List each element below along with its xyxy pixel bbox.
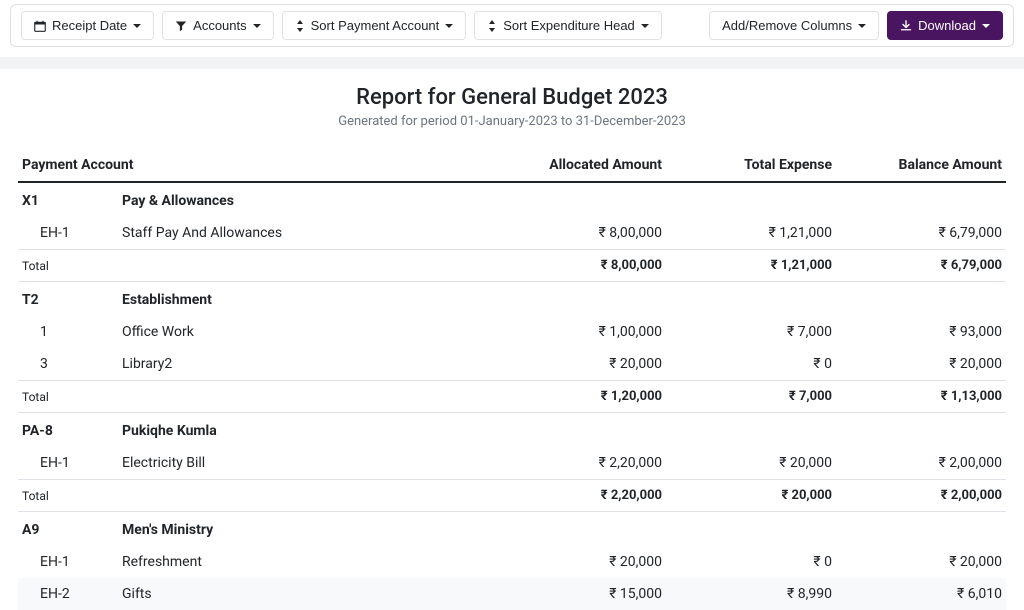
report-table: Payment Account Allocated Amount Total E… (18, 149, 1006, 610)
row-label: Staff Pay And Allowances (118, 217, 496, 250)
report-subtitle: Generated for period 01-January-2023 to … (18, 114, 1006, 129)
toolbar-right: Add/Remove Columns Download (709, 11, 1003, 40)
sort-payment-account-dropdown[interactable]: Sort Payment Account (282, 11, 467, 40)
total-expense: ₹ 1,21,000 (666, 250, 836, 282)
total-balance: ₹ 1,13,000 (836, 381, 1006, 413)
filter-icon (175, 20, 187, 32)
row-allocated: ₹ 15,000 (496, 578, 666, 610)
row-allocated: ₹ 8,00,000 (496, 217, 666, 250)
add-remove-columns-dropdown[interactable]: Add/Remove Columns (709, 11, 879, 40)
row-label: Gifts (118, 578, 496, 610)
row-balance: ₹ 20,000 (836, 546, 1006, 578)
row-expense: ₹ 20,000 (666, 447, 836, 480)
accounts-dropdown[interactable]: Accounts (162, 11, 273, 40)
group-total-row: Total₹ 2,20,000₹ 20,000₹ 2,00,000 (18, 480, 1006, 512)
group-name: Establishment (118, 282, 1006, 317)
toolbar-left: Receipt Date Accounts Sort Payment Accou… (21, 11, 662, 40)
group-name: Pukiqhe Kumla (118, 413, 1006, 448)
download-label: Download (918, 18, 976, 33)
sort-expenditure-head-label: Sort Expenditure Head (503, 18, 635, 33)
group-header-row: X1Pay & Allowances (18, 182, 1006, 217)
row-allocated: ₹ 1,00,000 (496, 316, 666, 348)
table-row: EH-1Staff Pay And Allowances₹ 8,00,000₹ … (18, 217, 1006, 250)
group-total-row: Total₹ 1,20,000₹ 7,000₹ 1,13,000 (18, 381, 1006, 413)
row-label: Library2 (118, 348, 496, 381)
caret-down-icon (982, 24, 990, 28)
total-label: Total (18, 381, 496, 413)
add-remove-columns-label: Add/Remove Columns (722, 18, 852, 33)
caret-down-icon (133, 24, 141, 28)
row-expense: ₹ 0 (666, 546, 836, 578)
download-button[interactable]: Download (887, 11, 1003, 40)
group-total-row: Total₹ 8,00,000₹ 1,21,000₹ 6,79,000 (18, 250, 1006, 282)
group-header-row: T2Establishment (18, 282, 1006, 317)
caret-down-icon (445, 24, 453, 28)
group-name: Men's Ministry (118, 512, 1006, 547)
row-code: EH-1 (18, 217, 118, 250)
group-header-row: A9Men's Ministry (18, 512, 1006, 547)
download-icon (900, 20, 912, 32)
total-expense: ₹ 7,000 (666, 381, 836, 413)
group-name: Pay & Allowances (118, 182, 1006, 217)
row-label: Office Work (118, 316, 496, 348)
row-code: EH-1 (18, 546, 118, 578)
sort-expenditure-head-dropdown[interactable]: Sort Expenditure Head (474, 11, 662, 40)
row-balance: ₹ 6,79,000 (836, 217, 1006, 250)
separator-bar (0, 57, 1024, 69)
total-balance: ₹ 2,00,000 (836, 480, 1006, 512)
sort-icon (295, 20, 305, 32)
row-expense: ₹ 0 (666, 348, 836, 381)
group-code: A9 (18, 512, 118, 547)
calendar-icon (34, 20, 46, 32)
row-code: 3 (18, 348, 118, 381)
row-code: 1 (18, 316, 118, 348)
total-expense: ₹ 20,000 (666, 480, 836, 512)
total-balance: ₹ 6,79,000 (836, 250, 1006, 282)
col-total-expense: Total Expense (666, 149, 836, 182)
group-code: T2 (18, 282, 118, 317)
col-payment-account: Payment Account (18, 149, 496, 182)
receipt-date-label: Receipt Date (52, 18, 127, 33)
total-allocated: ₹ 2,20,000 (496, 480, 666, 512)
row-code: EH-1 (18, 447, 118, 480)
report-area: Report for General Budget 2023 Generated… (0, 69, 1024, 610)
table-header-row: Payment Account Allocated Amount Total E… (18, 149, 1006, 182)
total-allocated: ₹ 1,20,000 (496, 381, 666, 413)
group-code: PA-8 (18, 413, 118, 448)
row-expense: ₹ 7,000 (666, 316, 836, 348)
total-label: Total (18, 480, 496, 512)
total-allocated: ₹ 8,00,000 (496, 250, 666, 282)
col-allocated-amount: Allocated Amount (496, 149, 666, 182)
report-title: Report for General Budget 2023 (18, 85, 1006, 110)
sort-icon (487, 20, 497, 32)
row-expense: ₹ 1,21,000 (666, 217, 836, 250)
total-label: Total (18, 250, 496, 282)
accounts-label: Accounts (193, 18, 246, 33)
table-row: 3Library2₹ 20,000₹ 0₹ 20,000 (18, 348, 1006, 381)
table-row: EH-1Refreshment₹ 20,000₹ 0₹ 20,000 (18, 546, 1006, 578)
row-balance: ₹ 93,000 (836, 316, 1006, 348)
row-label: Electricity Bill (118, 447, 496, 480)
group-code: X1 (18, 182, 118, 217)
group-header-row: PA-8Pukiqhe Kumla (18, 413, 1006, 448)
col-balance-amount: Balance Amount (836, 149, 1006, 182)
row-expense: ₹ 8,990 (666, 578, 836, 610)
sort-payment-account-label: Sort Payment Account (311, 18, 440, 33)
caret-down-icon (858, 24, 866, 28)
row-balance: ₹ 20,000 (836, 348, 1006, 381)
row-balance: ₹ 2,00,000 (836, 447, 1006, 480)
caret-down-icon (641, 24, 649, 28)
table-row: 1Office Work₹ 1,00,000₹ 7,000₹ 93,000 (18, 316, 1006, 348)
toolbar: Receipt Date Accounts Sort Payment Accou… (10, 4, 1014, 47)
row-label: Refreshment (118, 546, 496, 578)
row-allocated: ₹ 20,000 (496, 546, 666, 578)
row-code: EH-2 (18, 578, 118, 610)
table-row: EH-2Gifts₹ 15,000₹ 8,990₹ 6,010 (18, 578, 1006, 610)
receipt-date-dropdown[interactable]: Receipt Date (21, 11, 154, 40)
row-allocated: ₹ 20,000 (496, 348, 666, 381)
row-allocated: ₹ 2,20,000 (496, 447, 666, 480)
caret-down-icon (253, 24, 261, 28)
table-row: EH-1Electricity Bill₹ 2,20,000₹ 20,000₹ … (18, 447, 1006, 480)
row-balance: ₹ 6,010 (836, 578, 1006, 610)
